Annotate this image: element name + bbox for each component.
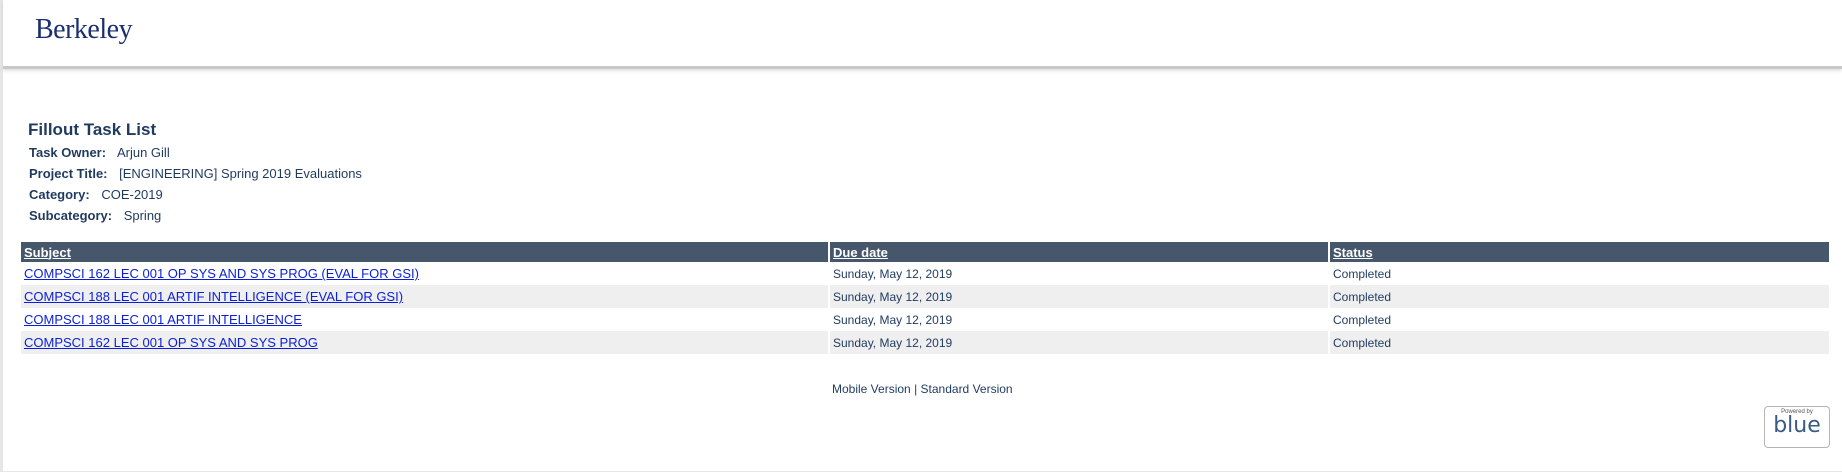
project-title-row: Project Title: [ENGINEERING] Spring 2019… <box>29 166 362 181</box>
page-title: Fillout Task List <box>28 120 157 139</box>
sort-subject-link[interactable]: Subject <box>24 245 71 260</box>
table-row: COMPSCI 188 LEC 001 ARTIF INTELLIGENCE S… <box>21 308 1829 331</box>
task-owner-row: Task Owner: Arjun Gill <box>29 145 170 160</box>
subcategory-row: Subcategory: Spring <box>29 208 161 223</box>
subject-cell: COMPSCI 188 LEC 001 ARTIF INTELLIGENCE <box>21 308 829 331</box>
sort-due-date-link[interactable]: Due date <box>833 245 888 260</box>
category-value: COE-2019 <box>101 187 163 202</box>
berkeley-logo[interactable]: Berkeley <box>35 14 133 46</box>
subject-link[interactable]: COMPSCI 188 LEC 001 ARTIF INTELLIGENCE <box>24 312 302 327</box>
subject-cell: COMPSCI 162 LEC 001 OP SYS AND SYS PROG … <box>21 262 829 285</box>
standard-version-link[interactable]: Standard Version <box>921 382 1013 396</box>
column-header-subject[interactable]: Subject <box>21 242 829 262</box>
due-date-cell: Sunday, May 12, 2019 <box>828 262 1329 285</box>
version-separator: | <box>914 382 918 396</box>
table-header-row: Subject Due date Status <box>21 242 1829 262</box>
column-header-status[interactable]: Status <box>1328 242 1829 262</box>
table-row: COMPSCI 162 LEC 001 OP SYS AND SYS PROG … <box>21 331 1829 354</box>
subject-link[interactable]: COMPSCI 162 LEC 001 OP SYS AND SYS PROG … <box>24 266 419 281</box>
status-cell: Completed <box>1328 331 1829 354</box>
project-title-value: [ENGINEERING] Spring 2019 Evaluations <box>119 166 362 181</box>
task-table: Subject Due date Status COMPSCI 162 LEC … <box>21 242 1829 354</box>
subject-cell: COMPSCI 188 LEC 001 ARTIF INTELLIGENCE (… <box>21 285 829 308</box>
category-label: Category: <box>29 187 90 202</box>
site-header: Berkeley <box>3 0 1842 69</box>
due-date-cell: Sunday, May 12, 2019 <box>828 331 1329 354</box>
subject-link[interactable]: COMPSCI 162 LEC 001 OP SYS AND SYS PROG <box>24 335 318 350</box>
subcategory-value: Spring <box>123 208 162 223</box>
due-date-cell: Sunday, May 12, 2019 <box>828 308 1329 331</box>
sort-status-link[interactable]: Status <box>1333 245 1373 260</box>
powered-by-blue-logo[interactable]: Powered by blue <box>1764 406 1830 448</box>
category-row: Category: COE-2019 <box>29 187 163 202</box>
status-cell: Completed <box>1328 262 1829 285</box>
table-row: COMPSCI 162 LEC 001 OP SYS AND SYS PROG … <box>21 262 1829 285</box>
left-border <box>0 0 3 472</box>
subject-cell: COMPSCI 162 LEC 001 OP SYS AND SYS PROG <box>21 331 829 354</box>
task-owner-label: Task Owner: <box>29 145 107 160</box>
status-cell: Completed <box>1328 285 1829 308</box>
column-header-due-date[interactable]: Due date <box>828 242 1329 262</box>
table-row: COMPSCI 188 LEC 001 ARTIF INTELLIGENCE (… <box>21 285 1829 308</box>
subcategory-label: Subcategory: <box>29 208 113 223</box>
version-links: Mobile Version | Standard Version <box>832 382 1013 396</box>
due-date-cell: Sunday, May 12, 2019 <box>828 285 1329 308</box>
task-owner-value: Arjun Gill <box>116 145 170 160</box>
mobile-version-link[interactable]: Mobile Version <box>832 382 911 396</box>
subject-link[interactable]: COMPSCI 188 LEC 001 ARTIF INTELLIGENCE (… <box>24 289 403 304</box>
project-title-label: Project Title: <box>29 166 108 181</box>
blue-brand-text: blue <box>1773 413 1821 438</box>
page: Berkeley Fillout Task List Task Owner: A… <box>0 0 1842 472</box>
status-cell: Completed <box>1328 308 1829 331</box>
